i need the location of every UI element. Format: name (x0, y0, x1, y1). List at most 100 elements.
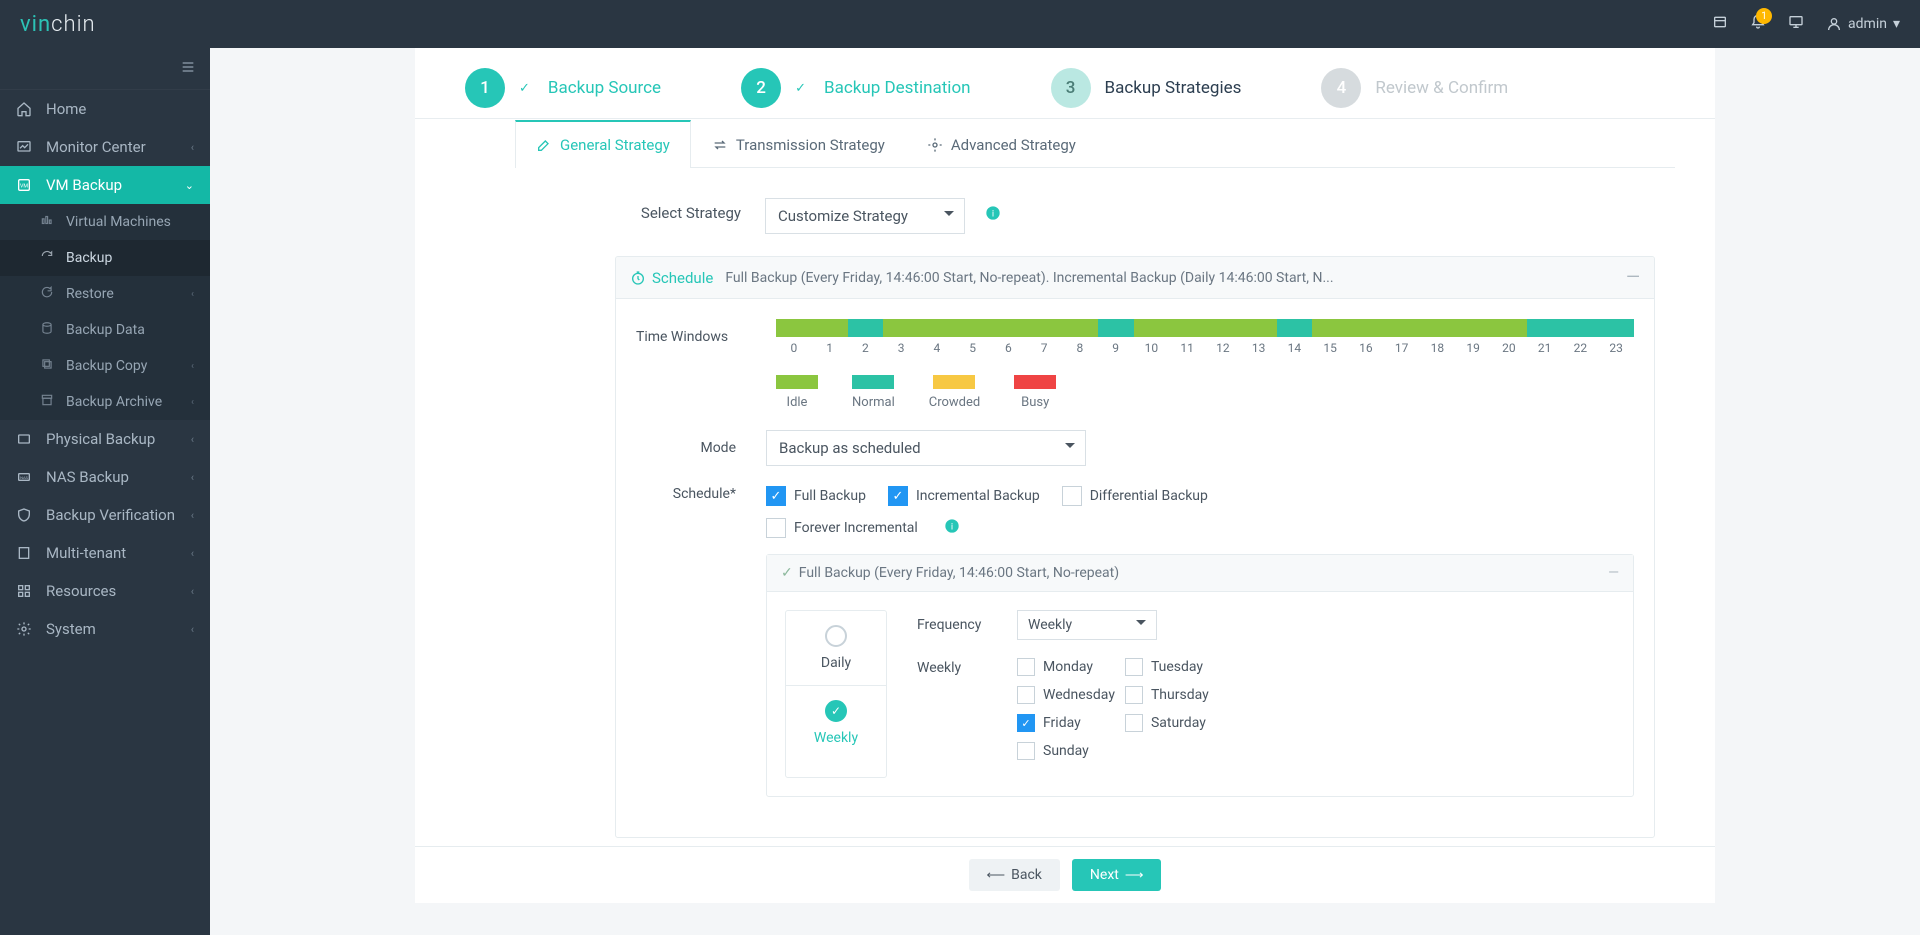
step-review-confirm[interactable]: 4 Review & Confirm (1321, 68, 1508, 108)
nav-vm-backup[interactable]: VM VM Backup ⌄ (0, 166, 210, 204)
nav-verification[interactable]: Backup Verification ‹ (0, 496, 210, 534)
radio-icon (825, 700, 847, 722)
sub-backup-copy[interactable]: Backup Copy‹ (0, 348, 210, 384)
tab-general[interactable]: General Strategy (515, 120, 691, 168)
step-backup-destination[interactable]: 2 ✓ Backup Destination (741, 68, 970, 108)
chk-incremental[interactable]: Incremental Backup (888, 486, 1040, 506)
sidebar-toggle[interactable] (0, 48, 210, 90)
weekly-days: Monday Tuesday Wednesday Thursday Friday Satu… (1017, 658, 1223, 760)
svg-text:NAS: NAS (20, 475, 28, 480)
refresh-icon (40, 249, 58, 267)
time-windows-bar (776, 319, 1634, 337)
accordion-header[interactable]: ✓ Full Backup (Every Friday, 14:46:00 St… (767, 555, 1633, 592)
tw-segment (1205, 319, 1241, 337)
sub-backup-data[interactable]: Backup Data (0, 312, 210, 348)
day-sunday[interactable]: Sunday (1017, 742, 1115, 760)
nav-nas-backup[interactable]: NAS NAS Backup ‹ (0, 458, 210, 496)
chevron-icon: ‹ (191, 397, 194, 408)
next-button[interactable]: Next ⟶ (1072, 859, 1162, 891)
checkbox-icon (1125, 686, 1143, 704)
day-friday[interactable]: Friday (1017, 714, 1115, 732)
info-icon[interactable]: i (944, 518, 960, 538)
step-backup-source[interactable]: 1 ✓ Backup Source (465, 68, 661, 108)
restore-icon (40, 285, 58, 303)
day-monday[interactable]: Monday (1017, 658, 1115, 676)
nav-resources[interactable]: Resources ‹ (0, 572, 210, 610)
legend-normal: Normal (852, 375, 895, 410)
freq-tab-daily[interactable]: Daily (786, 611, 886, 686)
tw-segment (1134, 319, 1170, 337)
select-value: Customize Strategy (778, 207, 908, 225)
monitor-icon[interactable] (1788, 14, 1804, 34)
chk-full-backup[interactable]: Full Backup (766, 486, 866, 506)
copy-icon (40, 357, 58, 375)
day-wednesday[interactable]: Wednesday (1017, 686, 1115, 704)
day-saturday[interactable]: Saturday (1125, 714, 1223, 732)
nas-icon: NAS (16, 469, 36, 485)
back-button[interactable]: ⟵ Back (969, 859, 1060, 891)
physical-icon (16, 431, 36, 447)
tw-tick: 1 (812, 341, 848, 355)
weekly-label: Weekly (917, 658, 997, 676)
tab-transmission[interactable]: Transmission Strategy (691, 120, 906, 168)
sub-restore[interactable]: Restore‹ (0, 276, 210, 312)
step-label: Backup Strategies (1105, 78, 1242, 98)
nav-label: VM Backup (46, 176, 122, 194)
schedule-header[interactable]: Schedule Full Backup (Every Friday, 14:4… (616, 257, 1654, 299)
sub-backup[interactable]: Backup (0, 240, 210, 276)
chk-forever-inc[interactable]: Forever Incremental (766, 518, 918, 538)
tw-segment (1169, 319, 1205, 337)
tab-label: General Strategy (560, 136, 670, 154)
list-icon[interactable] (1712, 14, 1728, 34)
tw-segment (1563, 319, 1599, 337)
svg-text:i: i (992, 208, 994, 219)
user-name: admin (1848, 16, 1887, 32)
nav-label: NAS Backup (46, 468, 129, 486)
tw-segment (1598, 319, 1634, 337)
gear-icon (16, 621, 36, 637)
freq-tab-weekly[interactable]: Weekly (786, 686, 886, 760)
tw-segment (1098, 319, 1134, 337)
tw-tick: 2 (848, 341, 884, 355)
tab-advanced[interactable]: Advanced Strategy (906, 120, 1097, 168)
day-label: Sunday (1043, 743, 1089, 759)
tenant-icon (16, 545, 36, 561)
mode-dropdown[interactable]: Backup as scheduled (766, 430, 1086, 466)
day-label: Thursday (1151, 687, 1209, 703)
tw-segment (919, 319, 955, 337)
wizard-footer: ⟵ Back Next ⟶ (415, 846, 1715, 903)
schedule-card: Schedule Full Backup (Every Friday, 14:4… (615, 256, 1655, 838)
nav-home[interactable]: Home (0, 90, 210, 128)
step-label: Backup Destination (824, 78, 971, 98)
select-value: Backup as scheduled (779, 439, 921, 457)
logo: vinchin (20, 12, 96, 37)
logo-suffix: chin (51, 12, 95, 37)
nav-system[interactable]: System ‹ (0, 610, 210, 648)
chevron-icon: ‹ (191, 141, 194, 154)
chevron-down-icon: ⌄ (185, 179, 194, 192)
day-thursday[interactable]: Thursday (1125, 686, 1223, 704)
checkbox-icon (1017, 714, 1035, 732)
sub-backup-archive[interactable]: Backup Archive‹ (0, 384, 210, 420)
time-windows-legend: Idle Normal Crowded Busy (776, 375, 1634, 410)
info-icon[interactable]: i (985, 206, 1001, 225)
nav-physical-backup[interactable]: Physical Backup ‹ (0, 420, 210, 458)
frequency-dropdown[interactable]: Weekly (1017, 610, 1157, 640)
chart-icon (16, 139, 36, 155)
radio-icon (825, 625, 847, 647)
collapse-icon[interactable]: — (1626, 267, 1640, 288)
collapse-icon[interactable]: — (1608, 565, 1619, 581)
select-strategy-dropdown[interactable]: Customize Strategy (765, 198, 965, 234)
nav-monitor[interactable]: Monitor Center ‹ (0, 128, 210, 166)
user-menu[interactable]: admin ▾ (1826, 16, 1900, 32)
nav-label: Physical Backup (46, 430, 155, 448)
chk-differential[interactable]: Differential Backup (1062, 486, 1208, 506)
tw-segment (848, 319, 884, 337)
sub-virtual-machines[interactable]: Virtual Machines (0, 204, 210, 240)
bell-icon[interactable]: 1 (1750, 14, 1766, 34)
nav-multitenant[interactable]: Multi-tenant ‹ (0, 534, 210, 572)
tab-label: Advanced Strategy (951, 136, 1076, 154)
nav-vm-sub: Virtual Machines Backup Restore‹ Backup … (0, 204, 210, 420)
step-backup-strategies[interactable]: 3 Backup Strategies (1051, 68, 1242, 108)
day-tuesday[interactable]: Tuesday (1125, 658, 1223, 676)
